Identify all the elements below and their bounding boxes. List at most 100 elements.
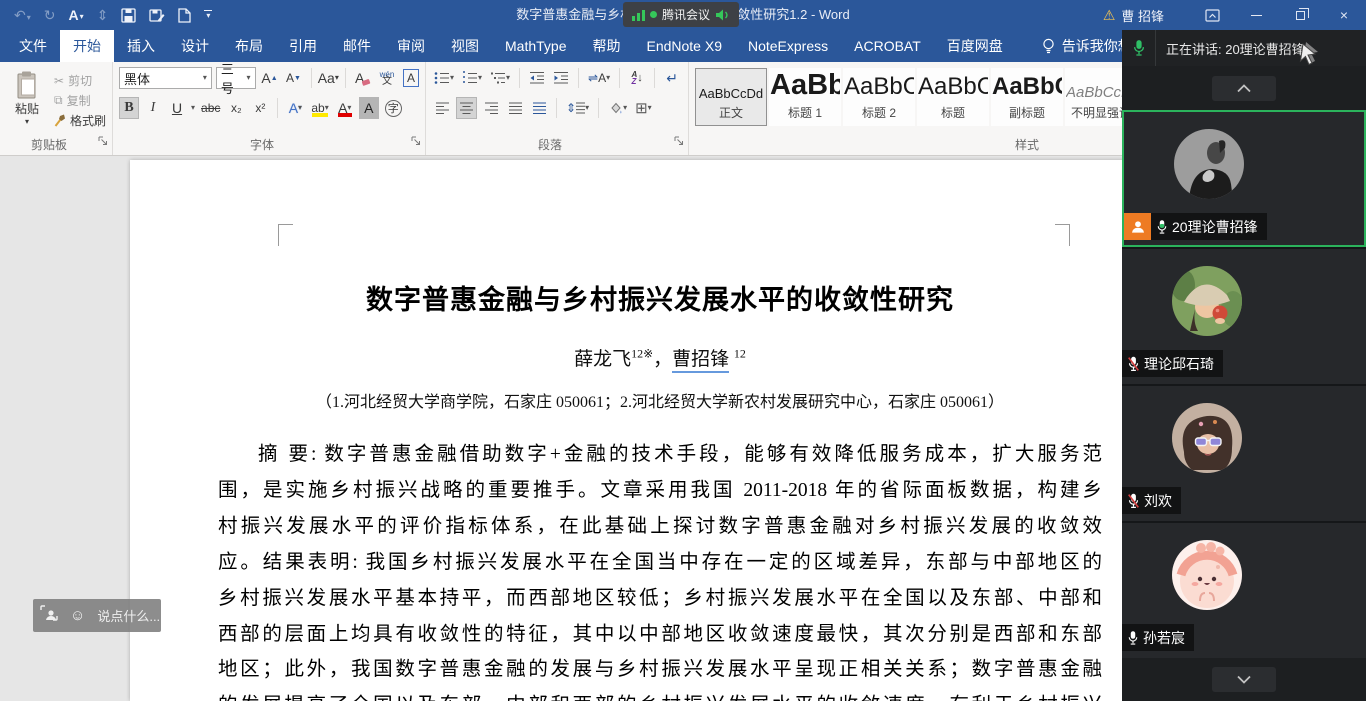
account-area[interactable]: ⚠ 曹 招锋 [1103, 6, 1164, 25]
chevron-down-icon[interactable] [1212, 667, 1276, 692]
participant-tile[interactable]: 20理论曹招锋 [1122, 110, 1366, 247]
multilevel-list-button[interactable]: ▾ [488, 67, 512, 89]
increase-indent-button[interactable] [551, 67, 571, 89]
tab-layout[interactable]: 布局 [222, 30, 276, 62]
chevron-up-icon[interactable] [1212, 75, 1276, 101]
font-color-button[interactable]: A ▾ [335, 97, 355, 119]
ribbon-display-options-button[interactable] [1190, 0, 1234, 30]
font-group: 黑体 ▾ 三号 ▾ A ▲ A ▼ Aa ▾ A wén 文 A B I U ▾ abc x₂… [113, 62, 426, 155]
tab-view[interactable]: 视图 [438, 30, 492, 62]
tab-baidu-netdisk[interactable]: 百度网盘 [934, 30, 1016, 62]
tab-references[interactable]: 引用 [276, 30, 330, 62]
style-title[interactable]: AaBbC 标题 [917, 68, 989, 126]
active-mic-icon [1122, 30, 1156, 66]
align-right-button[interactable] [481, 97, 501, 119]
word-titlebar: ↶▾ ↻ A▾ ⇕ ▾ 数字普惠金融与乡村振兴发展水平的收敛性研究1.2 - W… [0, 0, 1366, 30]
tab-mailings[interactable]: 邮件 [330, 30, 384, 62]
character-border-button[interactable]: A [401, 67, 421, 89]
copy-button[interactable]: ⧉ 复制 [54, 92, 106, 109]
bullets-button[interactable]: ▾ [432, 67, 456, 89]
paragraph-dialog-launcher[interactable] [674, 133, 684, 151]
tab-acrobat[interactable]: ACROBAT [841, 30, 934, 62]
line-spacing-button[interactable]: ⇕ ▾ [564, 97, 591, 119]
change-case-button[interactable]: Aa ▾ [318, 67, 339, 89]
minimize-button[interactable] [1234, 0, 1278, 30]
font-name-select[interactable]: 黑体 ▾ [119, 67, 212, 89]
superscript-button[interactable]: x² [250, 97, 270, 119]
member-view-icon[interactable] [40, 605, 58, 626]
author-2: 曹招锋 [672, 349, 730, 373]
meeting-chat-bar[interactable]: ☺ 说点什么... [33, 599, 161, 632]
justify-button[interactable] [505, 97, 525, 119]
tab-design[interactable]: 设计 [168, 30, 222, 62]
underline-button[interactable]: U [167, 97, 187, 119]
distribute-button[interactable] [529, 97, 549, 119]
participants-scroll-up[interactable] [1122, 66, 1366, 110]
participants-scroll-down[interactable] [1122, 658, 1366, 701]
font-dialog-launcher[interactable] [411, 133, 421, 151]
paper-title: 数字普惠金融与乡村振兴发展水平的收敛性研究 [366, 285, 954, 315]
tab-mathtype[interactable]: MathType [492, 30, 579, 62]
close-button[interactable]: × [1322, 0, 1366, 30]
participant-tile[interactable]: 理论邱石琦 [1122, 247, 1366, 384]
enclose-characters-button[interactable]: 字 [383, 97, 404, 119]
signal-bars-icon [632, 9, 645, 21]
format-painter-button[interactable]: 格式刷 [54, 112, 106, 129]
participant-tile[interactable]: 刘欢 [1122, 384, 1366, 521]
mic-on-icon [1128, 630, 1138, 645]
clear-formatting-button[interactable]: A [353, 67, 373, 89]
titlebar-right: ⚠ 曹 招锋 × [1103, 0, 1366, 30]
abstract-line: 地区；此外，我国数字普惠金融的发展与乡村振兴发展水平呈现正相关关系；数字普惠金融 [218, 659, 1102, 681]
chat-input-placeholder[interactable]: 说点什么... [97, 606, 160, 625]
style-heading2[interactable]: AaBbC 标题 2 [843, 68, 915, 126]
numbering-button[interactable]: ▾ [460, 67, 484, 89]
align-center-button[interactable] [456, 97, 477, 119]
style-heading1[interactable]: AaBb 标题 1 [769, 68, 841, 126]
tab-noteexpress[interactable]: NoteExpress [735, 30, 841, 62]
speaking-status-bar: 正在讲话: 20理论曹招锋; [1122, 30, 1366, 66]
cut-button[interactable]: ✂ 剪切 [54, 72, 106, 89]
highlight-color-button[interactable]: ab ▾ [309, 97, 330, 119]
cut-icon: ✂ [54, 73, 65, 88]
emoji-icon[interactable]: ☺ [70, 607, 85, 624]
italic-button[interactable]: I [143, 97, 163, 119]
tab-review[interactable]: 审阅 [384, 30, 438, 62]
show-marks-button[interactable]: ↵ [662, 67, 682, 89]
clipboard-dialog-launcher[interactable] [98, 133, 108, 151]
style-normal[interactable]: AaBbCcDd 正文 [695, 68, 767, 126]
abstract-line: 摘 要: 数字普惠金融借助数字+金融的技术手段，能够有效降低服务成本，扩大服务范 [257, 444, 1102, 465]
shading-button[interactable]: ▾ [606, 97, 629, 119]
phonetic-guide-button[interactable]: wén 文 [377, 67, 397, 89]
tab-help[interactable]: 帮助 [579, 30, 633, 62]
subscript-button[interactable]: x₂ [226, 97, 246, 119]
tab-endnote[interactable]: EndNote X9 [633, 30, 735, 62]
text-effects-button[interactable]: A ▾ [285, 97, 305, 119]
document-page[interactable]: 数字普惠金融与乡村振兴发展水平的收敛性研究 薛龙飞12※，曹招锋 12 （1.河… [130, 160, 1230, 701]
sort-button[interactable]: A Z ↓ [627, 67, 647, 89]
paper-affiliation: （1.河北经贸大学商学院，石家庄 050061；2.河北经贸大学新农村发展研究中… [315, 394, 1004, 411]
tab-insert[interactable]: 插入 [114, 30, 168, 62]
restore-button[interactable] [1278, 0, 1322, 30]
paper-authors: 薛龙飞12※，曹招锋 12 [218, 344, 1102, 373]
font-size-select[interactable]: 三号 ▾ [215, 62, 256, 96]
lightbulb-icon [1043, 38, 1054, 54]
grow-font-button[interactable]: A ▲ [260, 67, 280, 89]
avatar [1172, 403, 1242, 473]
tab-home[interactable]: 开始 [60, 30, 114, 62]
character-shading-button[interactable]: A [358, 97, 379, 119]
align-left-button[interactable] [432, 97, 452, 119]
style-subtitle[interactable]: AaBbC 副标题 [991, 68, 1063, 126]
participant-tile[interactable]: 孙若宸 [1122, 521, 1366, 658]
strikethrough-button[interactable]: abc [199, 97, 222, 119]
asian-layout-button[interactable]: ⇌ A ▾ [586, 67, 612, 89]
paste-button[interactable]: 粘贴 ▾ [6, 67, 48, 137]
bold-button[interactable]: B [119, 97, 139, 119]
align-right-icon [484, 102, 498, 114]
participant-name: 孙若宸 [1143, 629, 1185, 646]
borders-button[interactable]: ⊞ ▾ [633, 97, 654, 119]
tencent-meeting-pill[interactable]: 腾讯会议 [623, 2, 740, 27]
shrink-font-button[interactable]: A ▼ [284, 67, 304, 89]
warning-icon: ⚠ [1102, 6, 1116, 23]
tab-file[interactable]: 文件 [6, 30, 60, 62]
decrease-indent-button[interactable] [527, 67, 547, 89]
